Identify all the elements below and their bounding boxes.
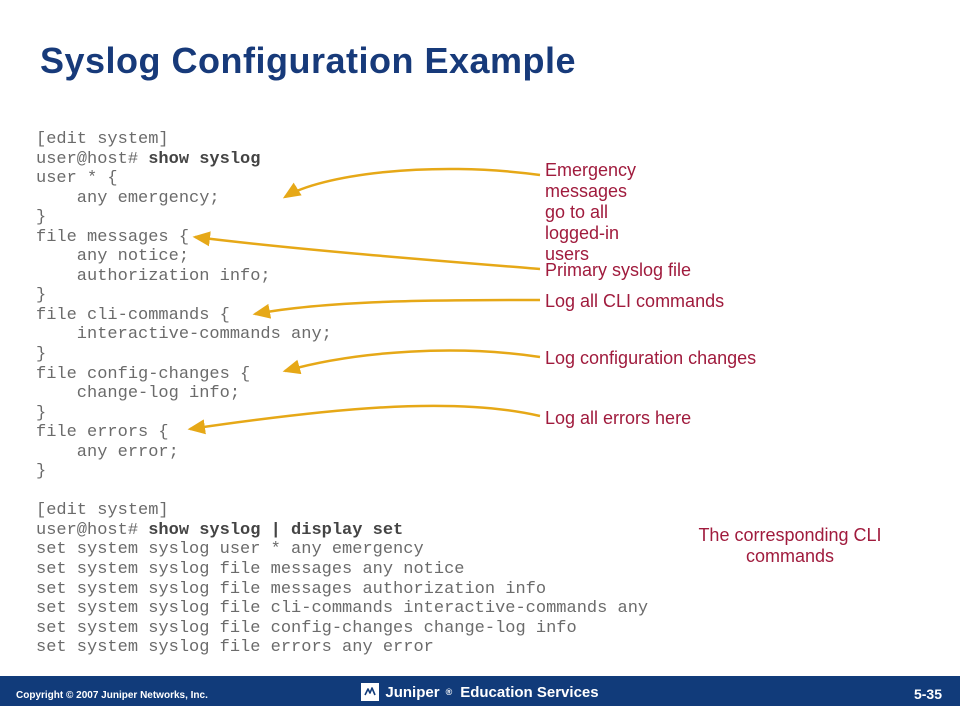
code-line: any error;: [36, 443, 648, 463]
code-line: set system syslog file config-changes ch…: [36, 619, 648, 639]
code-line: [36, 482, 648, 502]
code-line: }: [36, 462, 648, 482]
command: show syslog | display set: [148, 521, 403, 540]
annotation-emergency: Emergency messages go to all logged-in u…: [545, 160, 636, 265]
code-line: set system syslog file messages any noti…: [36, 560, 648, 580]
code-line: change-log info;: [36, 384, 648, 404]
annotation-text: Emergency messages go to all logged-in u…: [545, 160, 636, 265]
page-number: 5-35: [914, 686, 942, 702]
prompt: user@host#: [36, 521, 148, 540]
slide-title: Syslog Configuration Example: [40, 40, 576, 82]
annotation-primary-file: Primary syslog file: [545, 260, 691, 281]
code-line: set system syslog file cli-commands inte…: [36, 599, 648, 619]
annotation-cli-commands: Log all CLI commands: [545, 291, 724, 312]
copyright: Copyright © 2007 Juniper Networks, Inc.: [16, 690, 208, 701]
code-line: user@host# show syslog | display set: [36, 521, 648, 541]
slide: Syslog Configuration Example [edit syste…: [0, 0, 960, 720]
code-line: set system syslog user * any emergency: [36, 540, 648, 560]
annotation-cli-corresponding: The corresponding CLI commands: [670, 525, 910, 567]
prompt: user@host#: [36, 150, 148, 169]
code-line: set system syslog file messages authoriz…: [36, 580, 648, 600]
code-line: [edit system]: [36, 501, 648, 521]
code-line: set system syslog file errors any error: [36, 638, 648, 658]
code-line: interactive-commands any;: [36, 325, 648, 345]
command: show syslog: [148, 150, 260, 169]
code-line: [edit system]: [36, 130, 648, 150]
annotation-errors: Log all errors here: [545, 408, 691, 429]
annotation-config-changes: Log configuration changes: [545, 348, 756, 369]
